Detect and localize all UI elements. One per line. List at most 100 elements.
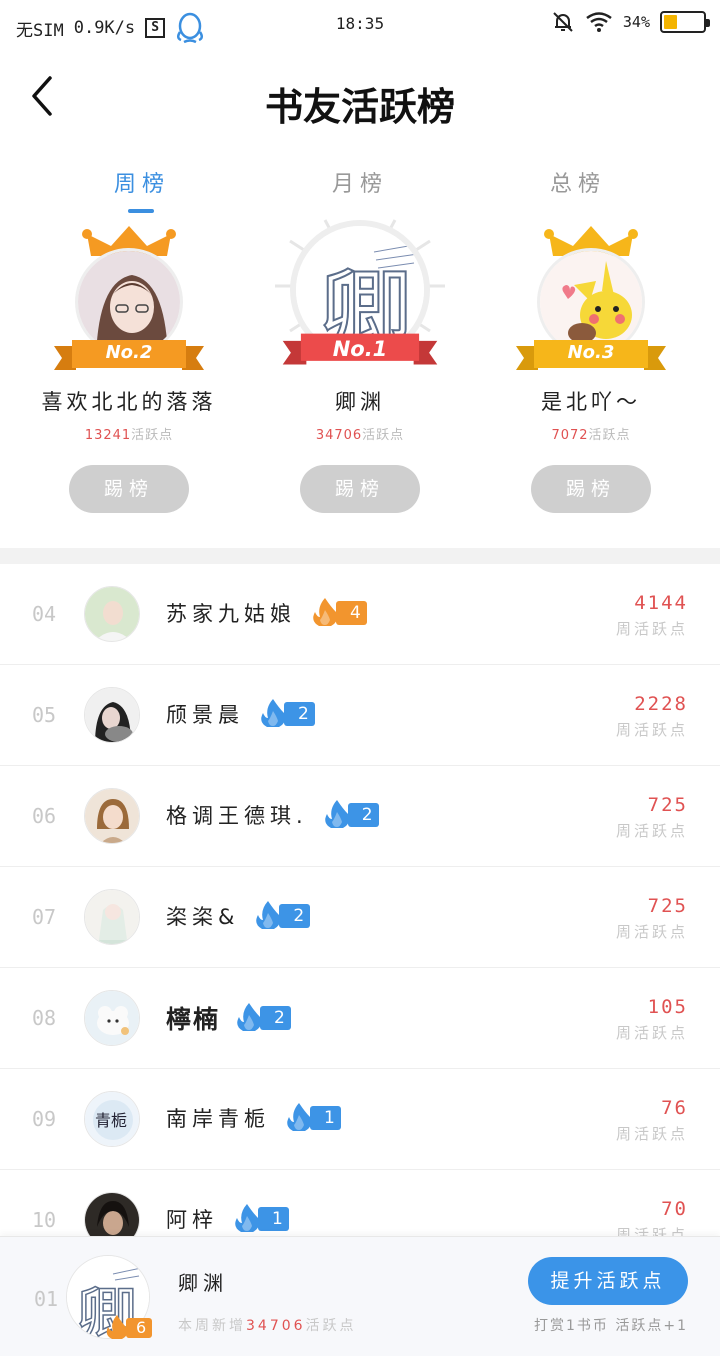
top-three-podium: No.2 喜欢北北的落落 13241活跃点 踢榜 卿 No.1 卿渊 34706… — [0, 219, 720, 522]
podium-name: 是北吖～ — [541, 390, 641, 414]
battery-icon — [660, 11, 710, 33]
my-rank: 01 — [34, 1287, 59, 1311]
header: 书友活跃榜 — [0, 56, 720, 136]
list-item[interactable]: 07 栥栥& 2 725 周活跃点 — [0, 867, 720, 968]
activity-score: 2228 周活跃点 — [616, 693, 688, 740]
rank-number: 08 — [32, 1006, 57, 1030]
status-bar: 无SIM 0.9K/s S 18:35 34% — [0, 0, 720, 50]
score-value: 105 — [647, 996, 688, 1018]
flame-icon — [235, 1204, 260, 1232]
avatar[interactable] — [84, 990, 140, 1046]
avatar-frame: No.2 — [44, 222, 214, 382]
battery-percent: 34% — [622, 13, 650, 31]
rank-ribbon — [516, 340, 666, 370]
score-label: 周活跃点 — [615, 620, 688, 638]
score-value: 725 — [647, 895, 688, 917]
bell-muted-icon — [553, 12, 573, 32]
podium-first: 卿 No.1 卿渊 34706活跃点 踢榜 — [245, 219, 475, 513]
battery-fill — [664, 15, 677, 29]
score-label: 周活跃点 — [615, 822, 688, 840]
level-badge: 1 — [232, 1204, 289, 1232]
rank-number: 05 — [32, 703, 57, 727]
score-label: 周活跃点 — [615, 721, 688, 739]
user-name: 栥栥& 2 — [166, 901, 311, 931]
activity-score: 725 周活跃点 — [616, 794, 688, 841]
score-label: 周活跃点 — [615, 1024, 688, 1042]
score-label: 周活跃点 — [615, 923, 688, 941]
svg-text:青栀: 青栀 — [95, 1111, 127, 1130]
score-value: 725 — [647, 794, 688, 816]
reward-tip: 打赏1书币 活跃点+1 — [534, 1318, 688, 1334]
tab-total[interactable]: 总榜 — [478, 166, 678, 198]
status-right: 34% — [551, 10, 710, 34]
list-item[interactable]: 08 檸楠 2 105 周活跃点 — [0, 968, 720, 1069]
rank-number: 09 — [32, 1107, 57, 1131]
podium-score: 34706活跃点 — [315, 428, 405, 443]
user-name: 颀景晨 2 — [166, 699, 315, 729]
flame-icon — [287, 1103, 312, 1131]
list-item[interactable]: 04 苏家九姑娘 4 4144 周活跃点 — [0, 564, 720, 665]
level-badge: 2 — [253, 901, 311, 929]
podium-name: 喜欢北北的落落 — [41, 390, 217, 414]
active-tab-indicator — [128, 209, 154, 213]
list-item[interactable]: 05 颀景晨 2 2228 周活跃点 — [0, 665, 720, 766]
score-label: 周活跃点 — [615, 1125, 688, 1143]
level-badge: 2 — [234, 1003, 291, 1031]
rank-number: 07 — [32, 905, 57, 929]
boost-activity-button[interactable]: 提升活跃点 — [528, 1257, 688, 1305]
level-badge: 2 — [322, 800, 379, 828]
user-name: 南岸青栀 1 — [166, 1103, 341, 1133]
rank-ribbon — [282, 333, 438, 365]
avatar[interactable] — [84, 586, 140, 642]
ranking-list: 04 苏家九姑娘 4 4144 周活跃点 05 颀景晨 2 2228 周活跃点 06 格调王德琪. 2 7… — [0, 564, 720, 1271]
activity-score: 4144 周活跃点 — [616, 592, 688, 639]
my-ranking-bar: 01 卿 6 卿渊 本周新增34706活跃点 提升活跃点 打赏1书币 活跃点+1 — [0, 1236, 720, 1356]
list-item[interactable]: 09 青栀 南岸青栀 1 76 周活跃点 — [0, 1069, 720, 1170]
wifi-icon — [586, 12, 612, 32]
avatar-frame: 卿 No.1 — [275, 219, 445, 382]
score-value: 4144 — [634, 592, 688, 614]
podium-score: 13241活跃点 — [84, 428, 174, 443]
kick-button[interactable]: 踢榜 — [531, 465, 651, 513]
podium-score: 7072活跃点 — [551, 428, 631, 443]
flame-icon — [237, 1003, 262, 1031]
score-value: 76 — [661, 1097, 688, 1119]
tab-weekly[interactable]: 周榜 — [42, 166, 242, 198]
level-badge: 2 — [258, 699, 315, 727]
activity-score: 76 周活跃点 — [616, 1097, 688, 1144]
my-name: 卿渊 — [178, 1271, 228, 1295]
flame-icon — [256, 901, 281, 929]
my-level-badge: 6 — [104, 1315, 153, 1339]
avatar[interactable] — [84, 687, 140, 743]
avatar-frame: No.3 — [506, 222, 676, 382]
activity-score: 725 周活跃点 — [616, 895, 688, 942]
podium-third: No.3 是北吖～ 7072活跃点 踢榜 — [476, 222, 706, 513]
user-name: 檸楠 2 — [166, 1000, 291, 1036]
my-weekly-gain: 本周新增34706活跃点 — [178, 1318, 357, 1334]
rank-number: 04 — [32, 602, 57, 626]
user-name: 格调王德琪. 2 — [166, 800, 379, 830]
tab-monthly[interactable]: 月榜 — [260, 166, 460, 198]
podium-name: 卿渊 — [335, 390, 385, 414]
flame-icon — [261, 699, 286, 727]
page-title: 书友活跃榜 — [264, 84, 455, 129]
level-badge: 1 — [284, 1103, 341, 1131]
level-badge: 4 — [310, 598, 367, 626]
score-value: 70 — [661, 1198, 688, 1220]
flame-icon — [106, 1315, 128, 1339]
list-item[interactable]: 06 格调王德琪. 2 725 周活跃点 — [0, 766, 720, 867]
rank-number: 06 — [32, 804, 57, 828]
avatar[interactable] — [84, 889, 140, 945]
section-divider — [0, 548, 720, 564]
flame-icon — [313, 598, 338, 626]
activity-score: 105 周活跃点 — [616, 996, 688, 1043]
avatar[interactable]: 青栀 — [84, 1091, 140, 1147]
avatar[interactable] — [84, 788, 140, 844]
kick-button[interactable]: 踢榜 — [300, 465, 420, 513]
rank-number: 10 — [32, 1208, 57, 1232]
ranking-tabs: 周榜 月榜 总榜 — [0, 166, 720, 216]
flame-icon — [324, 800, 349, 828]
score-value: 2228 — [634, 693, 688, 715]
kick-button[interactable]: 踢榜 — [69, 465, 189, 513]
user-name: 苏家九姑娘 4 — [166, 598, 367, 628]
